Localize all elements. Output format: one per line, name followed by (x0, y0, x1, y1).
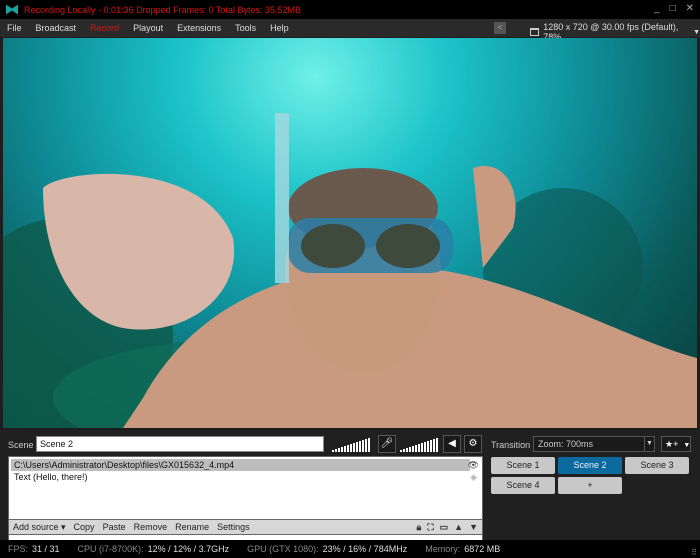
memory-value: 6872 MB (464, 544, 501, 554)
bottom-panel: Scene 🎤︎ ◀ ⚙ C:\Users\Administrator\Desk… (0, 430, 700, 548)
add-source-button[interactable]: Add source ▾ (9, 522, 70, 533)
menu-tools[interactable]: Tools (228, 23, 263, 33)
source-label: C:\Users\Administrator\Desktop\files\GX0… (14, 460, 235, 470)
eye-hidden-icon[interactable]: ◈ (470, 471, 477, 483)
copy-button[interactable]: Copy (70, 522, 99, 532)
cpu-value: 12% / 12% / 3.7GHz (147, 544, 230, 554)
lock-icon[interactable]: 🔒︎ (417, 522, 422, 533)
resize-grip-icon[interactable]: ⠿ (691, 548, 697, 557)
star-plus-icon: ★+ (665, 439, 679, 449)
memory-label: Memory: (425, 544, 461, 554)
fit-icon[interactable]: ▭ (440, 522, 449, 533)
recording-status: Recording Locally - 0:01:36 Dropped Fram… (24, 4, 301, 15)
menu-extensions[interactable]: Extensions (170, 23, 228, 33)
gpu-label: GPU (GTX 1080): (247, 544, 319, 554)
transition-effects-button[interactable]: ★+ ▼ (661, 436, 691, 452)
settings-button[interactable]: Settings (213, 522, 254, 532)
preview-image (3, 113, 697, 428)
menu-record[interactable]: Record (83, 23, 126, 33)
move-up-icon[interactable]: ▲ (454, 522, 463, 533)
scene-label: Scene (8, 440, 34, 450)
maximize-button[interactable]: □ (670, 3, 676, 14)
menu-help[interactable]: Help (263, 23, 296, 33)
fullscreen-icon[interactable]: ⛶ (427, 522, 433, 533)
scene-button-1[interactable]: Scene 1 (491, 457, 555, 474)
move-down-icon[interactable]: ▼ (469, 522, 478, 533)
add-scene-button[interactable]: + (558, 477, 622, 494)
menu-broadcast[interactable]: Broadcast (29, 23, 84, 33)
chevron-down-icon[interactable]: ▼ (683, 442, 690, 449)
menu-playout[interactable]: Playout (126, 23, 170, 33)
transition-value: Zoom: 700ms (538, 439, 594, 449)
speaker-icon[interactable]: ◀ (443, 435, 461, 453)
app-logo-icon (6, 4, 18, 15)
source-toolbar: Add source ▾ Copy Paste Remove Rename Se… (8, 519, 483, 535)
scene-button-4[interactable]: Scene 4 (491, 477, 555, 494)
title-bar: Recording Locally - 0:01:36 Dropped Fram… (0, 0, 700, 19)
source-item[interactable]: Text (Hello, there!) ◈ (9, 471, 477, 483)
monitor-icon (530, 28, 540, 36)
microphone-icon[interactable]: 🎤︎ (378, 435, 396, 453)
scene-button-3[interactable]: Scene 3 (625, 457, 689, 474)
scene-button-2[interactable]: Scene 2 (558, 457, 622, 474)
mic-volume-slider[interactable] (332, 436, 370, 452)
eye-icon[interactable]: 👁︎ (468, 459, 479, 471)
status-bar: FPS: 31 / 31 CPU (i7-8700K): 12% / 12% / 3… (0, 540, 700, 558)
chevron-down-icon: ▼ (693, 28, 700, 36)
chevron-down-icon: ▼ (644, 437, 654, 451)
gpu-value: 23% / 16% / 784MHz (322, 544, 408, 554)
speaker-volume-slider[interactable] (400, 436, 438, 452)
fps-value: 31 / 31 (32, 544, 60, 554)
transition-label: Transition (491, 440, 531, 450)
cpu-label: CPU (i7-8700K): (77, 544, 144, 554)
rename-button[interactable]: Rename (171, 522, 213, 532)
remove-button[interactable]: Remove (130, 522, 172, 532)
paste-button[interactable]: Paste (99, 522, 130, 532)
scene-name-input[interactable] (36, 436, 324, 452)
menu-file[interactable]: File (0, 23, 29, 33)
close-button[interactable]: ✕ (686, 3, 694, 14)
fps-label: FPS: (8, 544, 29, 554)
gear-icon[interactable]: ⚙ (464, 435, 482, 453)
source-label: Text (Hello, there!) (14, 472, 88, 482)
video-preview[interactable] (3, 38, 697, 428)
minimize-button[interactable]: _ (654, 3, 660, 14)
share-icon[interactable]: < (494, 22, 506, 34)
transition-dropdown[interactable]: Zoom: 700ms ▼ (533, 436, 655, 452)
source-item[interactable]: C:\Users\Administrator\Desktop\files\GX0… (11, 459, 479, 471)
